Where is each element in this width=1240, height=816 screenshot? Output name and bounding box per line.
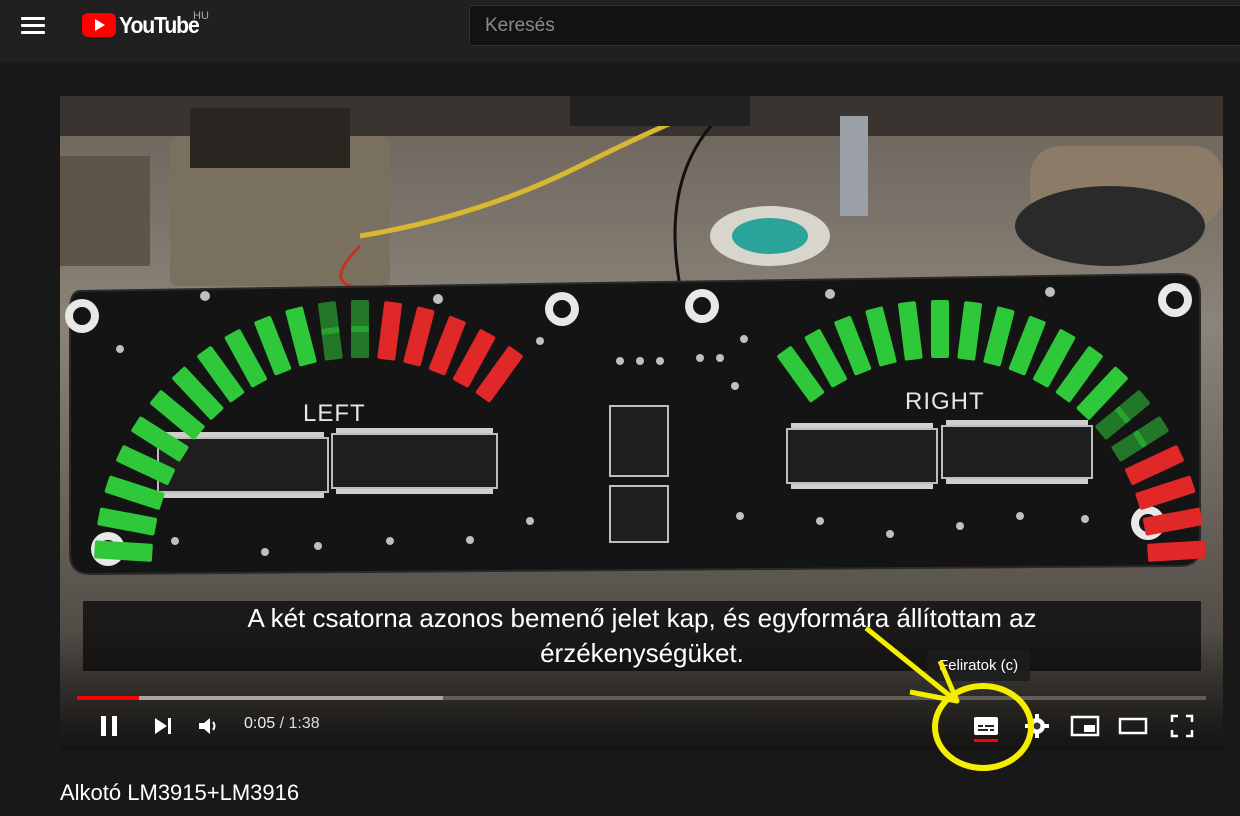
time-separator: / (275, 715, 289, 732)
settings-button[interactable] (1017, 706, 1057, 746)
next-button[interactable] (143, 706, 183, 746)
caption-line-1: A két csatorna azonos bemenő jelet kap, … (247, 603, 1037, 633)
settings-icon (1025, 714, 1049, 738)
led-segment (931, 326, 949, 358)
search-input[interactable] (470, 6, 1240, 45)
progress-played (77, 696, 140, 700)
board-label-right: RIGHT (905, 388, 985, 415)
subtitles-tooltip: Feliratok (c) (927, 650, 1031, 681)
theater-mode-button[interactable] (1113, 706, 1153, 746)
volume-icon (199, 718, 216, 734)
search-box[interactable] (469, 5, 1240, 46)
subtitles-button[interactable] (966, 706, 1006, 746)
youtube-logo[interactable]: YouTube (82, 8, 206, 42)
duration: 1:38 (288, 715, 320, 732)
led-segment (1147, 542, 1181, 562)
fullscreen-button[interactable] (1162, 706, 1202, 746)
subtitles-icon (974, 717, 998, 735)
logo-text: YouTube (119, 11, 200, 38)
next-icon (155, 718, 171, 734)
country-code: HU (193, 10, 209, 22)
progress-bar[interactable] (77, 696, 1206, 700)
fullscreen-icon (1170, 714, 1194, 738)
caption-window: A két csatorna azonos bemenő jelet kap, … (83, 601, 1201, 671)
video-title: Alkotó LM3915+LM3916 (60, 780, 300, 805)
miniplayer-icon (1070, 715, 1100, 737)
theater-icon (1118, 717, 1148, 735)
time-display: 0:05 / 1:38 (244, 715, 320, 733)
current-time: 0:05 (244, 715, 276, 732)
miniplayer-button[interactable] (1065, 706, 1105, 746)
subtitles-active-indicator (974, 739, 998, 742)
board-label-left: LEFT (303, 400, 366, 427)
masthead: YouTube HU (0, 0, 1240, 62)
player-controls: 0:05 / 1:38 (60, 706, 1223, 750)
video-player[interactable]: LEFT RIGHT A két csatorna azonos bemenő … (60, 96, 1223, 750)
pause-icon (101, 716, 117, 736)
led-segment (119, 542, 153, 562)
pause-button[interactable] (89, 706, 129, 746)
youtube-play-icon (82, 13, 116, 37)
led-segment (351, 326, 369, 358)
caption-line-2: érzékenységüket. (540, 638, 744, 668)
menu-icon[interactable] (18, 13, 48, 39)
mute-button[interactable] (188, 706, 228, 746)
